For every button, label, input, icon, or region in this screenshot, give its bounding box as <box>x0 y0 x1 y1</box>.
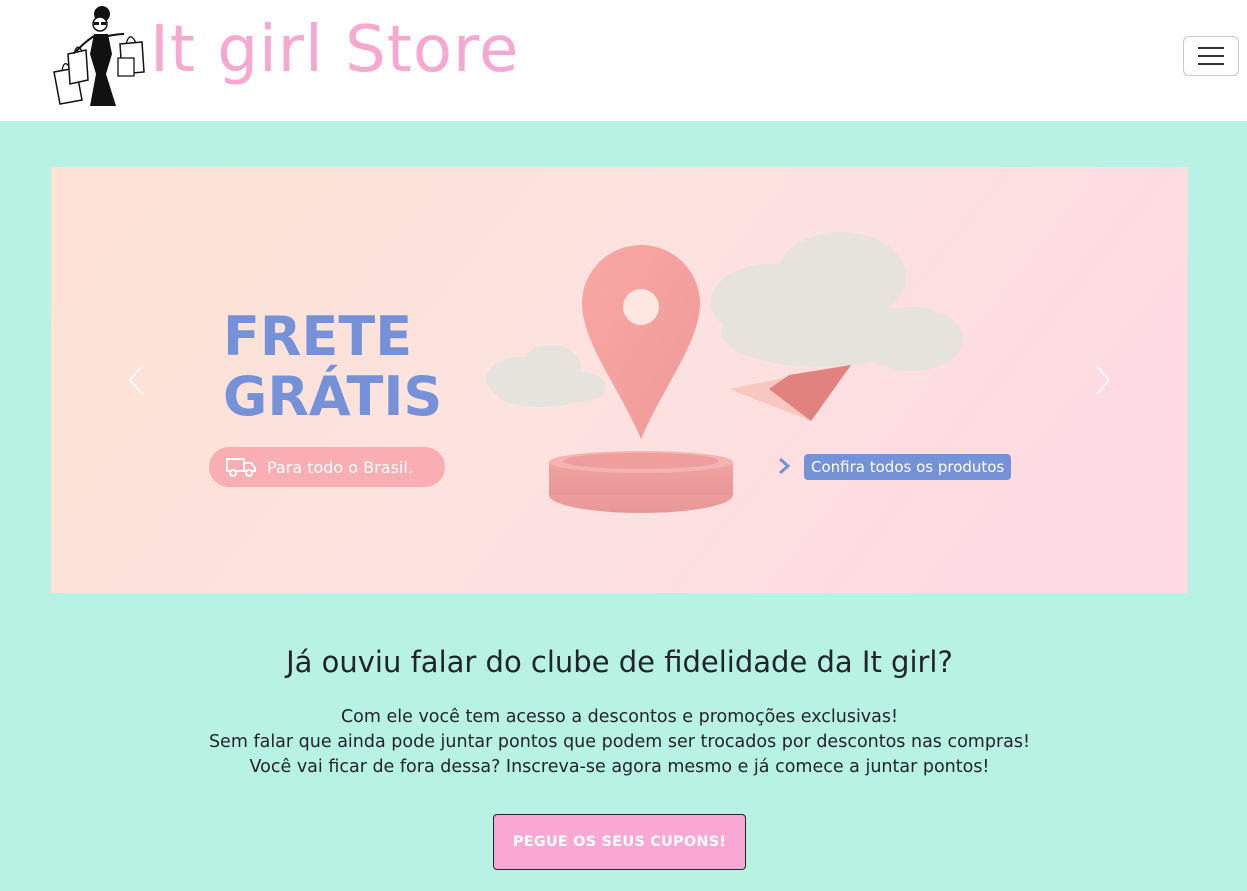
hamburger-menu-icon <box>1198 55 1224 57</box>
chevron-left-icon <box>128 365 143 395</box>
pin-base-illustration <box>549 451 733 513</box>
description-line: Sem falar que ainda pode juntar pontos q… <box>208 732 1031 752</box>
hamburger-menu-icon <box>1198 63 1224 65</box>
free-shipping-pill: Para todo o Brasil. <box>209 447 445 487</box>
promo-carousel: FRETE GRÁTIS Para todo o Brasil. Confira… <box>51 167 1188 593</box>
description-line: Você vai ficar de fora dessa? Inscreva-s… <box>249 757 990 777</box>
hamburger-menu-icon <box>1198 47 1224 49</box>
see-all-products-link[interactable]: Confira todos os produtos <box>804 454 1012 480</box>
navbar: It girl Store <box>0 0 1247 121</box>
description-line: Com ele você tem acesso a descontos e pr… <box>340 707 899 727</box>
carousel-prev-button[interactable] <box>51 167 221 593</box>
brand-name: It girl Store <box>150 13 520 87</box>
banner-title-line: GRÁTIS <box>223 365 443 428</box>
banner-title-line: FRETE <box>223 305 413 368</box>
truck-icon <box>226 458 256 477</box>
chevron-right-icon <box>779 457 791 475</box>
banner-title: FRETE GRÁTIS <box>223 307 442 427</box>
loyalty-club-title: Já ouviu falar do clube de fidelidade da… <box>286 645 953 679</box>
get-coupons-button[interactable]: PEGUE OS SEUS CUPONS! <box>493 814 746 870</box>
chevron-right-icon <box>1096 365 1111 395</box>
carousel-next-button[interactable] <box>1018 167 1188 593</box>
pill-text: Para todo o Brasil. <box>267 457 413 477</box>
shopping-lady-icon <box>53 6 145 106</box>
loyalty-club-description: Com ele você tem acesso a descontos e pr… <box>0 705 1239 780</box>
navbar-toggler-button[interactable] <box>1183 36 1239 76</box>
